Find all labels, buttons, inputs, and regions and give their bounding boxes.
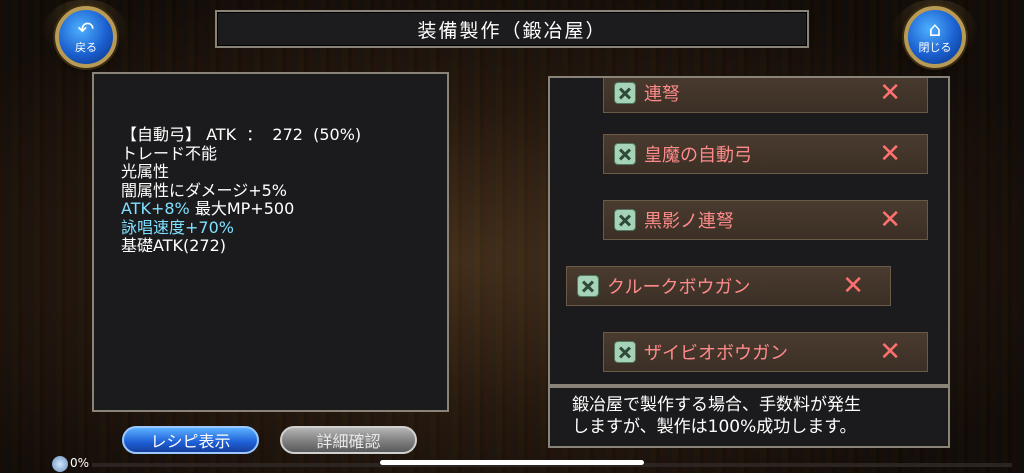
item-cast-speed: 詠唱速度+70% xyxy=(121,217,234,237)
notice-panel: 鍛冶屋で製作する場合、手数料が発生 しますが、製作は100%成功します。 xyxy=(548,386,950,448)
recipe-item-selected[interactable]: クルークボウガン ✕ xyxy=(566,266,891,306)
progress-text: 0% xyxy=(70,456,90,470)
progress-icon xyxy=(52,456,68,472)
notice-line-2: しますが、製作は100%成功します。 xyxy=(572,417,857,437)
crossbow-icon xyxy=(614,209,636,231)
crossbow-icon xyxy=(577,275,599,297)
cross-icon: ✕ xyxy=(879,78,901,108)
recipe-label: 連弩 xyxy=(644,84,680,105)
recipe-label: 黒影ノ連弩 xyxy=(644,211,734,232)
cross-icon: ✕ xyxy=(842,271,864,301)
recipe-item[interactable]: ザイビオボウガン ✕ xyxy=(603,332,928,372)
item-trade-status: トレード不能 xyxy=(121,143,218,163)
detail-confirm-button[interactable]: 詳細確認 xyxy=(280,426,417,454)
notice-line-1: 鍛冶屋で製作する場合、手数料が発生 xyxy=(572,395,861,415)
page-title-bar: 装備製作（鍛冶屋） xyxy=(215,10,809,48)
undo-arrow-icon: ↶ xyxy=(77,17,95,41)
crossbow-icon xyxy=(614,143,636,165)
cross-icon: ✕ xyxy=(879,205,901,235)
recipe-list-panel[interactable]: 連弩 ✕ 皇魔の自動弓 ✕ 黒影ノ連弩 ✕ クルークボウガン ✕ ザイビオボウガ… xyxy=(548,76,950,386)
item-dark-damage: 闇属性にダメージ+5% xyxy=(121,180,287,200)
crossbow-icon xyxy=(614,82,636,104)
cross-icon: ✕ xyxy=(879,139,901,169)
recipe-label: クルークボウガン xyxy=(607,277,751,298)
home-indicator xyxy=(380,460,644,465)
item-bonus-line: ATK+8% 最大MP+500 xyxy=(121,199,447,219)
recipe-item[interactable]: 黒影ノ連弩 ✕ xyxy=(603,200,928,240)
item-name-atk: 【自動弓】 ATK ： 272 (50%) xyxy=(121,125,362,144)
item-mp-bonus: 最大MP+500 xyxy=(189,199,295,218)
recipe-item[interactable]: 連弩 ✕ xyxy=(603,78,928,113)
close-button[interactable]: ⌂ 閉じる xyxy=(904,6,966,68)
item-element: 光属性 xyxy=(121,162,170,181)
item-atk-bonus: ATK+8% xyxy=(121,199,190,218)
recipe-label: ザイビオボウガン xyxy=(644,343,788,364)
home-icon: ⌂ xyxy=(928,17,942,41)
back-button-label: 戻る xyxy=(75,41,97,54)
page-title: 装備製作（鍛冶屋） xyxy=(417,19,607,42)
item-info-panel: 【自動弓】 ATK ： 272 (50%) トレード不能 光属性 闇属性にダメー… xyxy=(92,72,449,412)
back-button[interactable]: ↶ 戻る xyxy=(55,6,117,68)
crossbow-icon xyxy=(614,341,636,363)
recipe-display-label: レシピ表示 xyxy=(150,432,231,451)
close-button-label: 閉じる xyxy=(918,41,952,54)
item-base-atk: 基礎ATK(272) xyxy=(121,236,226,255)
recipe-display-button[interactable]: レシピ表示 xyxy=(122,426,259,454)
recipe-label: 皇魔の自動弓 xyxy=(644,145,752,166)
cross-icon: ✕ xyxy=(879,337,901,367)
recipe-item[interactable]: 皇魔の自動弓 ✕ xyxy=(603,134,928,174)
detail-confirm-label: 詳細確認 xyxy=(316,432,381,451)
